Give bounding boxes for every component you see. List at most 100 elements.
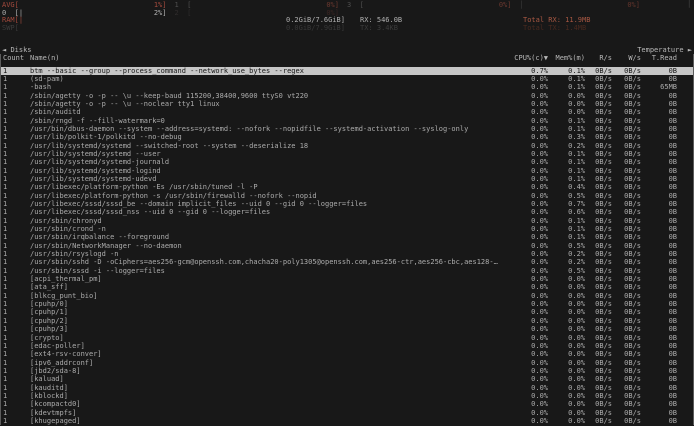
- process-read-per-sec: 0B/s: [585, 67, 612, 75]
- header-count[interactable]: Count: [3, 54, 30, 62]
- network-tx: TX: 3.4KB: [347, 25, 519, 33]
- process-row[interactable]: 1/usr/lib/systemd/systemd-journald0.0%0.…: [1, 158, 693, 166]
- header-name[interactable]: Name(n): [30, 54, 506, 62]
- process-cpu: 0.0%: [506, 342, 548, 350]
- process-row[interactable]: 1/usr/libexec/sssd/sssd_nss --uid 0 --gi…: [1, 208, 693, 216]
- process-write-per-sec: 0B/s: [612, 167, 641, 175]
- process-cpu: 0.0%: [506, 142, 548, 150]
- process-row[interactable]: 1/usr/lib/systemd/systemd --switched-roo…: [1, 142, 693, 150]
- process-row[interactable]: 1[kblockd]0.0%0.0%0B/s0B/s0B: [1, 392, 693, 400]
- process-row[interactable]: 1[ext4-rsv-conver]0.0%0.0%0B/s0B/s0B: [1, 350, 693, 358]
- process-write-per-sec: 0B/s: [612, 384, 641, 392]
- process-row[interactable]: 1[cpuhp/3]0.0%0.0%0B/s0B/s0B: [1, 325, 693, 333]
- process-count: 1: [3, 200, 30, 208]
- process-read-per-sec: 0B/s: [585, 133, 612, 141]
- process-mem: 0.0%: [548, 108, 585, 116]
- process-row[interactable]: 1/usr/lib/systemd/systemd-logind0.0%0.1%…: [1, 167, 693, 175]
- process-read-per-sec: 0B/s: [585, 325, 612, 333]
- header-total-read[interactable]: T.Read: [641, 54, 677, 62]
- process-row[interactable]: 1[cpuhp/1]0.0%0.0%0B/s0B/s0B: [1, 308, 693, 316]
- process-write-per-sec: 0B/s: [612, 217, 641, 225]
- process-cpu: 0.0%: [506, 334, 548, 342]
- process-row[interactable]: 1-bash0.0%0.1%0B/s0B/s65MB: [1, 83, 693, 91]
- process-mem: 0.0%: [548, 359, 585, 367]
- process-count: 1: [3, 409, 30, 417]
- process-total-read: 0B: [641, 409, 677, 417]
- process-row[interactable]: 1/usr/sbin/NetworkManager --no-daemon0.0…: [1, 242, 693, 250]
- process-total-read: 65MB: [641, 83, 677, 91]
- process-row[interactable]: 1/usr/sbin/chronyd0.0%0.1%0B/s0B/s0B: [1, 217, 693, 225]
- process-row[interactable]: 1[kaluad]0.0%0.0%0B/s0B/s0B: [1, 375, 693, 383]
- process-row[interactable]: 1/usr/libexec/platform-python -Es /usr/s…: [1, 183, 693, 191]
- process-total-read: 0B: [641, 225, 677, 233]
- widget-nav-bar: ◄ Disks Temperature ►: [0, 46, 694, 54]
- process-row[interactable]: 1[kauditd]0.0%0.0%0B/s0B/s0B: [1, 384, 693, 392]
- process-row[interactable]: 1[ata_sff]0.0%0.0%0B/s0B/s0B: [1, 283, 693, 291]
- process-total-read: 0B: [641, 192, 677, 200]
- process-write-per-sec: 0B/s: [612, 192, 641, 200]
- process-mem: 0.5%: [548, 267, 585, 275]
- process-cpu: 0.0%: [506, 275, 548, 283]
- process-row[interactable]: 1/usr/libexec/platform-python -s /usr/sb…: [1, 192, 693, 200]
- process-row[interactable]: 1[cpuhp/2]0.0%0.0%0B/s0B/s0B: [1, 317, 693, 325]
- header-write-per-sec[interactable]: W/s: [612, 54, 641, 62]
- process-row[interactable]: 1[khugepaged]0.0%0.0%0B/s0B/s0B: [1, 417, 693, 425]
- process-row[interactable]: 1[blkcg_punt_bio]0.0%0.0%0B/s0B/s0B: [1, 292, 693, 300]
- process-name: [ext4-rsv-conver]: [30, 350, 506, 358]
- process-row[interactable]: 1/sbin/rngd -f --fill-watermark=00.0%0.1…: [1, 117, 693, 125]
- process-name: btm --basic --group --process_command --…: [30, 67, 506, 75]
- process-row[interactable]: 1/usr/bin/dbus-daemon --system --address…: [1, 125, 693, 133]
- process-cpu: 0.0%: [506, 325, 548, 333]
- process-row[interactable]: 1/usr/sbin/rsyslogd -n0.0%0.2%0B/s0B/s0B: [1, 250, 693, 258]
- process-row[interactable]: 1[jbd2/sda-8]0.0%0.0%0B/s0B/s0B: [1, 367, 693, 375]
- process-name: [kaluad]: [30, 375, 506, 383]
- process-row[interactable]: 1/usr/sbin/crond -n0.0%0.1%0B/s0B/s0B: [1, 225, 693, 233]
- process-row[interactable]: 1btm --basic --group --process_command -…: [1, 67, 693, 75]
- process-count: 1: [3, 317, 30, 325]
- process-name: [khugepaged]: [30, 417, 506, 425]
- process-row[interactable]: 1/usr/lib/systemd/systemd --user0.0%0.1%…: [1, 150, 693, 158]
- process-total-read: 0B: [641, 384, 677, 392]
- process-row[interactable]: 1/sbin/agetty -o -p -- \u --noclear tty1…: [1, 100, 693, 108]
- process-row[interactable]: 1/usr/sbin/sssd -i --logger=files0.0%0.5…: [1, 267, 693, 275]
- header-read-per-sec[interactable]: R/s: [585, 54, 612, 62]
- process-row[interactable]: 1/usr/libexec/sssd/sssd_be --domain impl…: [1, 200, 693, 208]
- memory-network-widget: RAM[| 0.2GiB/7.6GiB] RX: 546.0B Total RX…: [2, 17, 692, 32]
- process-row[interactable]: 1/usr/lib/polkit-1/polkitd --no-debug0.0…: [1, 133, 693, 141]
- process-total-read: 0B: [641, 417, 677, 425]
- process-count: 1: [3, 400, 30, 408]
- process-mem: 0.0%: [548, 292, 585, 300]
- process-table-header: Count Name(n) CPU%(c)▼ Mem%(m) R/s W/s T…: [1, 54, 693, 62]
- process-name: /usr/lib/systemd/systemd-udevd: [30, 175, 506, 183]
- cpu-widget: AVG[1%]1 [0%]3 [0%]│0%] 0 [|2%]2 [0%] │: [2, 2, 692, 17]
- process-row[interactable]: 1[kcompactd0]0.0%0.0%0B/s0B/s0B: [1, 400, 693, 408]
- process-row[interactable]: 1[ipv6_addrconf]0.0%0.0%0B/s0B/s0B: [1, 359, 693, 367]
- process-row[interactable]: 1/sbin/agetty -o -p -- \u --keep-baud 11…: [1, 92, 693, 100]
- process-row[interactable]: 1/usr/lib/systemd/systemd-udevd0.0%0.1%0…: [1, 175, 693, 183]
- process-name: [jbd2/sda-8]: [30, 367, 506, 375]
- process-row[interactable]: 1[acpi_thermal_pm]0.0%0.0%0B/s0B/s0B: [1, 275, 693, 283]
- process-row[interactable]: 1[crypto]0.0%0.0%0B/s0B/s0B: [1, 334, 693, 342]
- process-total-read: 0B: [641, 258, 677, 266]
- process-row[interactable]: 1(sd-pam)0.0%0.1%0B/s0B/s0B: [1, 75, 693, 83]
- process-row[interactable]: 1[kdevtmpfs]0.0%0.0%0B/s0B/s0B: [1, 409, 693, 417]
- process-read-per-sec: 0B/s: [585, 359, 612, 367]
- nav-disks[interactable]: ◄ Disks: [2, 46, 32, 54]
- process-total-read: 0B: [641, 367, 677, 375]
- process-row[interactable]: 1/sbin/auditd0.0%0.0%0B/s0B/s0B: [1, 108, 693, 116]
- process-mem: 0.1%: [548, 125, 585, 133]
- process-write-per-sec: 0B/s: [612, 242, 641, 250]
- process-mem: 0.2%: [548, 258, 585, 266]
- process-row[interactable]: 1/usr/sbin/sshd -D -oCiphers=aes256-gcm@…: [1, 258, 693, 266]
- process-row[interactable]: 1[edac-poller]0.0%0.0%0B/s0B/s0B: [1, 342, 693, 350]
- nav-temperature[interactable]: Temperature ►: [637, 46, 692, 54]
- process-write-per-sec: 0B/s: [612, 208, 641, 216]
- process-count: 1: [3, 283, 30, 291]
- process-name: [blkcg_punt_bio]: [30, 292, 506, 300]
- process-row[interactable]: 1/usr/sbin/irqbalance --foreground0.0%0.…: [1, 233, 693, 241]
- process-count: 1: [3, 375, 30, 383]
- header-mem[interactable]: Mem%(m): [548, 54, 585, 62]
- process-row[interactable]: 1[cpuhp/0]0.0%0.0%0B/s0B/s0B: [1, 300, 693, 308]
- process-name: [crypto]: [30, 334, 506, 342]
- header-cpu-sorted[interactable]: CPU%(c)▼: [506, 54, 548, 62]
